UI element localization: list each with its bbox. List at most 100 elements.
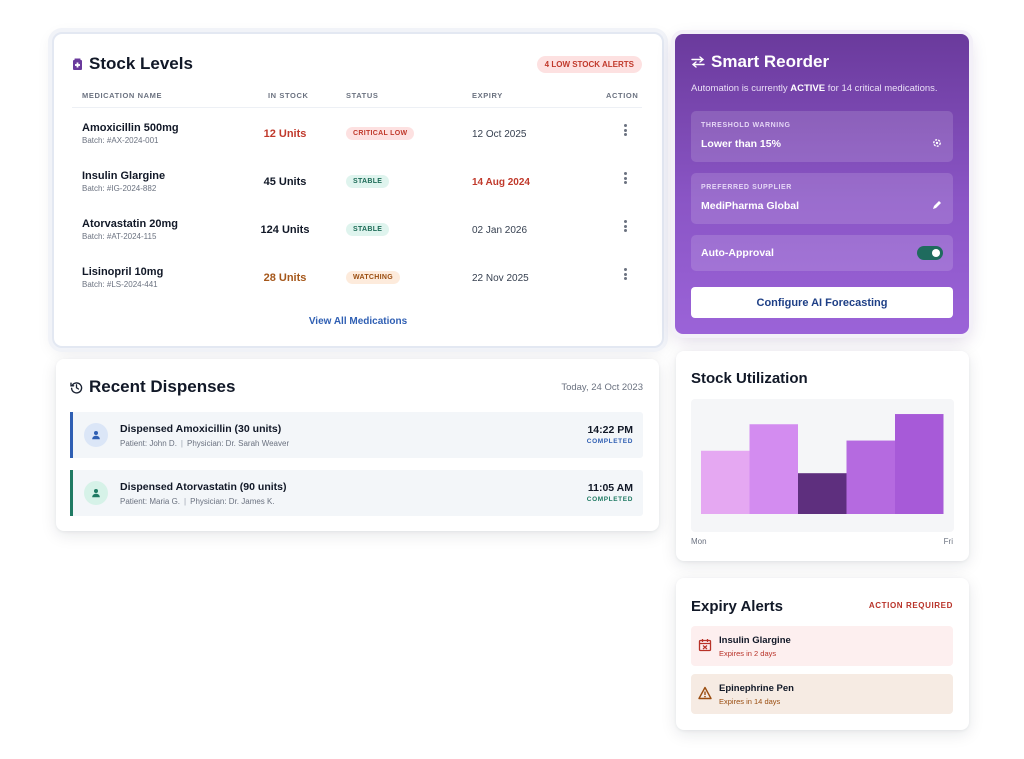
dispense-details: Patient: Maria G. | Physician: Dr. James K… [120, 497, 275, 506]
expiry-item-detail: Expires in 14 days [719, 697, 781, 706]
calendar-x-icon [698, 639, 712, 652]
more-actions-icon[interactable] [620, 218, 630, 234]
expiry-alert-item[interactable]: Epinephrine Pen Expires in 14 days [691, 674, 953, 714]
chart-bar[interactable] [798, 473, 847, 514]
user-icon [92, 431, 100, 440]
utilization-chart [691, 399, 954, 532]
more-actions-icon[interactable] [620, 266, 630, 282]
accent-bar [70, 412, 73, 458]
list-item[interactable]: Dispensed Amoxicillin (30 units) Patient:… [70, 412, 643, 458]
dispense-status: COMPLETED [586, 496, 633, 503]
table-row[interactable]: Insulin Glargine Batch: #IG-2024-882 45 Un… [54, 156, 662, 204]
column-header-expiry: EXPIRY [472, 91, 503, 100]
dispenses-date: Today, 24 Oct 2023 [561, 381, 643, 393]
batch-number: Batch: #LS-2024-441 [82, 280, 158, 289]
patient-name: Patient: Maria G. [120, 497, 181, 506]
expiry-alerts-title: Expiry Alerts [691, 598, 783, 615]
warning-icon [698, 686, 712, 700]
low-stock-alerts-badge[interactable]: 4 LOW STOCK ALERTS [536, 55, 642, 73]
batch-number: Batch: #AX-2024-001 [82, 136, 159, 145]
expiry-item-detail: Expires in 2 days [719, 649, 777, 658]
recent-dispenses-title: Recent Dispenses [89, 377, 236, 396]
chart-bar[interactable] [701, 450, 750, 514]
auto-approval-setting: Auto-Approval [691, 235, 953, 271]
edit-pencil-icon[interactable] [931, 199, 943, 211]
dispense-status: COMPLETED [586, 438, 633, 445]
status-badge: CRITICAL LOW [346, 127, 415, 140]
column-header-status: STATUS [346, 91, 379, 100]
chart-bar[interactable] [749, 424, 799, 514]
expiry-alerts-card: Expiry Alerts ACTION REQUIRED Insulin Gl… [676, 578, 969, 730]
status-badge: STABLE [346, 223, 390, 236]
status-badge: STABLE [346, 175, 390, 188]
more-actions-icon[interactable] [620, 170, 630, 186]
physician-name: Physician: Dr. Sarah Weaver [187, 439, 290, 448]
expiry-date: 22 Nov 2025 [472, 273, 529, 284]
automation-state: ACTIVE [790, 83, 826, 94]
x-axis-end-label: Fri [943, 537, 953, 546]
list-item[interactable]: Dispensed Atorvastatin (90 units) Patient… [70, 470, 643, 516]
stock-count: 45 Units [263, 176, 307, 188]
user-icon [92, 489, 100, 498]
stock-levels-card: Stock Levels 4 LOW STOCK ALERTS MEDICATI… [52, 32, 664, 348]
utilization-bar-chart [701, 414, 944, 514]
preferred-supplier-value: MediPharma Global [701, 200, 800, 212]
expiry-alert-item[interactable]: Insulin Glargine Expires in 2 days [691, 626, 953, 666]
status-badge: WATCHING [346, 271, 400, 284]
action-required-label: ACTION REQUIRED [868, 601, 953, 610]
batch-number: Batch: #AT-2024-115 [82, 232, 157, 241]
dispense-time: 14:22 PM [587, 424, 633, 436]
patient-name: Patient: John D. [120, 439, 177, 448]
dispense-title: Dispensed Atorvastatin (90 units) [120, 481, 287, 493]
column-header-in-stock: IN STOCK [268, 91, 309, 100]
chart-bar[interactable] [846, 440, 896, 514]
configure-ai-forecasting-button[interactable]: Configure AI Forecasting [691, 287, 953, 318]
stock-count: 12 Units [263, 128, 307, 140]
smart-reorder-card: Smart Reorder Automation is currently AC… [675, 34, 969, 334]
table-row[interactable]: Amoxicillin 500mg Batch: #AX-2024-001 12 U… [54, 108, 662, 156]
expiry-item-name: Insulin Glargine [719, 635, 791, 646]
batch-number: Batch: #IG-2024-882 [82, 184, 157, 193]
expiry-item-name: Epinephrine Pen [719, 683, 794, 694]
medication-bottle-icon [73, 58, 82, 70]
stock-count: 28 Units [263, 272, 307, 284]
threshold-warning-setting[interactable]: THRESHOLD WARNING Lower than 15% [691, 111, 953, 162]
dispense-details: Patient: John D. | Physician: Dr. Sarah We… [120, 439, 290, 448]
smart-reorder-title: Smart Reorder [711, 52, 830, 71]
stock-count: 124 Units [260, 224, 310, 236]
history-icon [70, 381, 83, 394]
physician-name: Physician: Dr. James K. [190, 497, 275, 506]
avatar [84, 481, 108, 505]
medication-name: Amoxicillin 500mg [82, 122, 179, 134]
auto-approval-toggle[interactable] [917, 246, 943, 260]
column-header-action: ACTION [606, 91, 639, 100]
more-actions-icon[interactable] [620, 122, 630, 138]
table-row[interactable]: Lisinopril 10mg Batch: #LS-2024-441 28 Uni… [54, 252, 662, 300]
column-header-medication: MEDICATION NAME [82, 91, 163, 100]
stock-utilization-title: Stock Utilization [691, 370, 808, 387]
medication-name: Atorvastatin 20mg [82, 218, 178, 230]
threshold-warning-value: Lower than 15% [701, 138, 781, 150]
preferred-supplier-setting[interactable]: PREFERRED SUPPLIER MediPharma Global [691, 173, 953, 224]
threshold-warning-label: THRESHOLD WARNING [701, 122, 791, 129]
settings-gear-icon[interactable] [931, 137, 943, 149]
auto-approval-label: Auto-Approval [701, 247, 774, 259]
automation-status-text: Automation is currently ACTIVE for 14 cr… [691, 83, 938, 94]
dispense-time: 11:05 AM [587, 482, 633, 494]
accent-bar [70, 470, 73, 516]
expiry-date: 02 Jan 2026 [472, 225, 528, 236]
swap-arrows-icon [691, 56, 705, 68]
medication-name: Lisinopril 10mg [82, 266, 164, 278]
view-all-medications-link[interactable]: View All Medications [54, 316, 662, 327]
recent-dispenses-card: Recent Dispenses Today, 24 Oct 2023 Disp… [56, 359, 659, 531]
expiry-date: 12 Oct 2025 [472, 129, 527, 140]
dispense-title: Dispensed Amoxicillin (30 units) [120, 423, 282, 435]
chart-bar[interactable] [895, 414, 944, 514]
avatar [84, 423, 108, 447]
expiry-date: 14 Aug 2024 [472, 177, 530, 188]
table-row[interactable]: Atorvastatin 20mg Batch: #AT-2024-115 124 … [54, 204, 662, 252]
stock-levels-title: Stock Levels [89, 54, 193, 73]
x-axis-start-label: Mon [691, 537, 707, 546]
preferred-supplier-label: PREFERRED SUPPLIER [701, 184, 792, 191]
medication-name: Insulin Glargine [82, 170, 166, 182]
